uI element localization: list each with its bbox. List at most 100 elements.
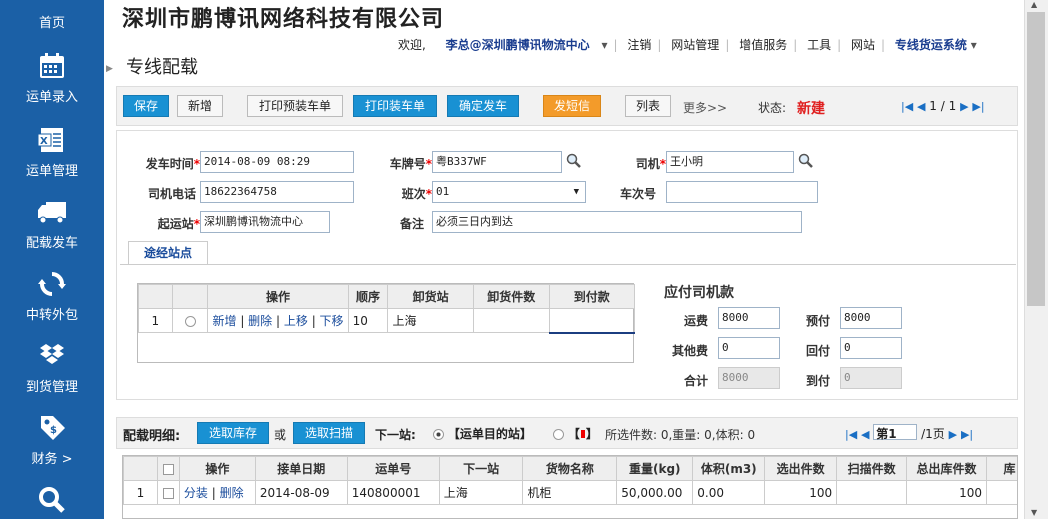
col-header: 重量(kg) [616,456,694,481]
last-page-icon[interactable]: ▶| [972,100,984,113]
row-radio[interactable] [171,308,209,333]
col-header: 顺序 [347,284,389,309]
scrollbar-thumb[interactable] [1027,12,1045,306]
driver-search-icon[interactable] [798,153,814,169]
driver-phone-field[interactable]: 18622364758 [200,181,354,203]
stops-grid: 操作 顺序 卸货站 卸货件数 到付款 1 新增 | 删除 | 上移 | 下移 1… [137,283,636,363]
sidebar-item-waybill-manage[interactable]: X 运单管理 [0,126,104,179]
price-tag-icon: $ [41,416,65,440]
selected-pieces-cell[interactable]: 100 [764,480,838,505]
delete-link[interactable]: 删除 [220,486,244,500]
shift-select[interactable]: 01 ▼ [432,181,586,203]
sidebar-item-search[interactable] [0,486,104,520]
move-down-link[interactable]: 下移 [320,314,344,328]
scroll-up-icon[interactable]: ▲ [1031,0,1037,9]
confirm-dispatch-button[interactable]: 确定发车 [447,95,519,117]
refresh-icon [38,272,66,296]
detail-toolbar: 配载明细: 选取库存 或 选取扫描 下一站: 【运单目的站】 【】 所选件数: … [116,417,1018,449]
pick-scan-button[interactable]: 选取扫描 [293,422,365,444]
pick-stock-button[interactable]: 选取库存 [197,422,269,444]
system-menu[interactable]: 专线货运系统 [895,36,967,53]
print-preload-button[interactable]: 打印预装车单 [247,95,343,117]
split-link[interactable]: 分装 [184,486,208,500]
row-number: 1 [123,480,158,505]
row-number: 1 [138,308,173,333]
volume-cell: 0.00 [692,480,766,505]
sidebar-item-finance[interactable]: $ 财务 > [0,412,104,467]
depart-time-field[interactable]: 2014-08-09 08:29 [200,151,354,173]
logout-link[interactable]: 注销 [627,36,651,53]
col-header: 货物名称 [522,456,618,481]
new-button[interactable]: 新增 [177,95,223,117]
first-page-icon[interactable]: |◀ [845,428,857,441]
detail-header-row: 操作 接单日期 运单号 下一站 货物名称 重量(kg) 体积(m3) 选出件数 … [123,456,1017,481]
other-fee-field[interactable]: 0 [718,337,780,359]
sidebar-item-home[interactable]: 首页 [0,12,104,31]
other-fee-label: 其他费 [671,344,708,358]
send-sms-button[interactable]: 发短信 [543,95,601,117]
save-button[interactable]: 保存 [123,95,169,117]
system-dropdown-icon[interactable]: ▾ [971,38,977,52]
driver-phone-label: 司机电话 [147,187,196,201]
stock-cell [986,480,1017,505]
prev-page-icon[interactable]: ◀ [917,100,925,113]
select-all-checkbox[interactable] [156,456,180,481]
sidebar-item-transfer[interactable]: 中转外包 [0,270,104,323]
next-stop-option-destination[interactable]: 【运单目的站】 [433,425,532,442]
plate-field[interactable]: 粤B337WF [432,151,562,173]
freight-field[interactable]: 8000 [718,307,780,329]
row-actions: 新增 | 删除 | 上移 | 下移 [207,308,349,333]
or-text: 或 [274,428,287,442]
total-label: 合计 [683,374,708,388]
last-page-icon[interactable]: ▶| [961,428,973,441]
next-stop-option-other[interactable]: 【】 [553,425,598,442]
prev-page-icon[interactable]: ◀ [861,428,869,441]
total-out-cell: 100 [906,480,987,505]
col-header: 体积(m3) [692,456,766,481]
value-added-link[interactable]: 增值服务 [739,36,787,53]
sidebar-item-arrival[interactable]: 到货管理 [0,342,104,395]
station-cell[interactable]: 上海 [387,308,474,333]
page-scrollbar[interactable]: ▲ ▼ [1024,0,1048,519]
selection-summary: 所选件数: 0,重量: 0,体积: 0 [605,428,756,442]
more-link[interactable]: 更多>> [683,99,727,116]
user-name[interactable]: 李总@深圳鹏博讯物流中心 [446,36,590,53]
goods-cell: 机柜 [522,480,618,505]
next-page-icon[interactable]: ▶ [949,428,957,441]
site-link[interactable]: 网站 [851,36,875,53]
driver-field[interactable]: 王小明 [666,151,794,173]
next-page-icon[interactable]: ▶ [960,100,968,113]
page-input[interactable]: 第1 [873,424,918,441]
tab-stops[interactable]: 途经站点 [128,241,208,265]
stops-header-row: 操作 顺序 卸货站 卸货件数 到付款 [138,284,636,309]
pieces-cell[interactable] [472,308,550,333]
collapse-sidebar-icon[interactable]: ▶ [106,64,113,74]
trip-field[interactable] [666,181,818,203]
order-cell[interactable]: 10 [347,308,389,333]
delete-row-link[interactable]: 删除 [248,314,272,328]
add-row-link[interactable]: 新增 [212,314,236,328]
first-page-icon[interactable]: |◀ [901,100,913,113]
col-header [138,284,173,309]
origin-field[interactable]: 深圳鹏博讯物流中心 [200,211,330,233]
tools-link[interactable]: 工具 [807,36,831,53]
prepaid-field[interactable]: 8000 [840,307,902,329]
return-pay-field[interactable]: 0 [840,337,902,359]
list-button[interactable]: 列表 [625,95,671,117]
move-up-link[interactable]: 上移 [284,314,308,328]
sidebar-item-waybill-entry[interactable]: 运单录入 [0,52,104,105]
note-field[interactable]: 必须三日内到达 [432,211,802,233]
cod-cell[interactable] [548,308,636,334]
scroll-down-icon[interactable]: ▼ [1031,508,1037,517]
radio-icon [433,429,444,440]
row-checkbox[interactable] [156,480,180,505]
col-header: 接单日期 [254,456,348,481]
site-admin-link[interactable]: 网站管理 [671,36,719,53]
plate-search-icon[interactable] [566,153,582,169]
svg-text:$: $ [50,425,57,436]
sidebar-item-loading-dispatch[interactable]: 配载发车 [0,198,104,251]
print-load-button[interactable]: 打印装车单 [353,95,437,117]
table-row: 1 新增 | 删除 | 上移 | 下移 10 上海 [138,308,636,334]
pay-driver-title: 应付司机款 [664,285,734,301]
user-dropdown-icon[interactable]: ▾ [602,38,608,52]
